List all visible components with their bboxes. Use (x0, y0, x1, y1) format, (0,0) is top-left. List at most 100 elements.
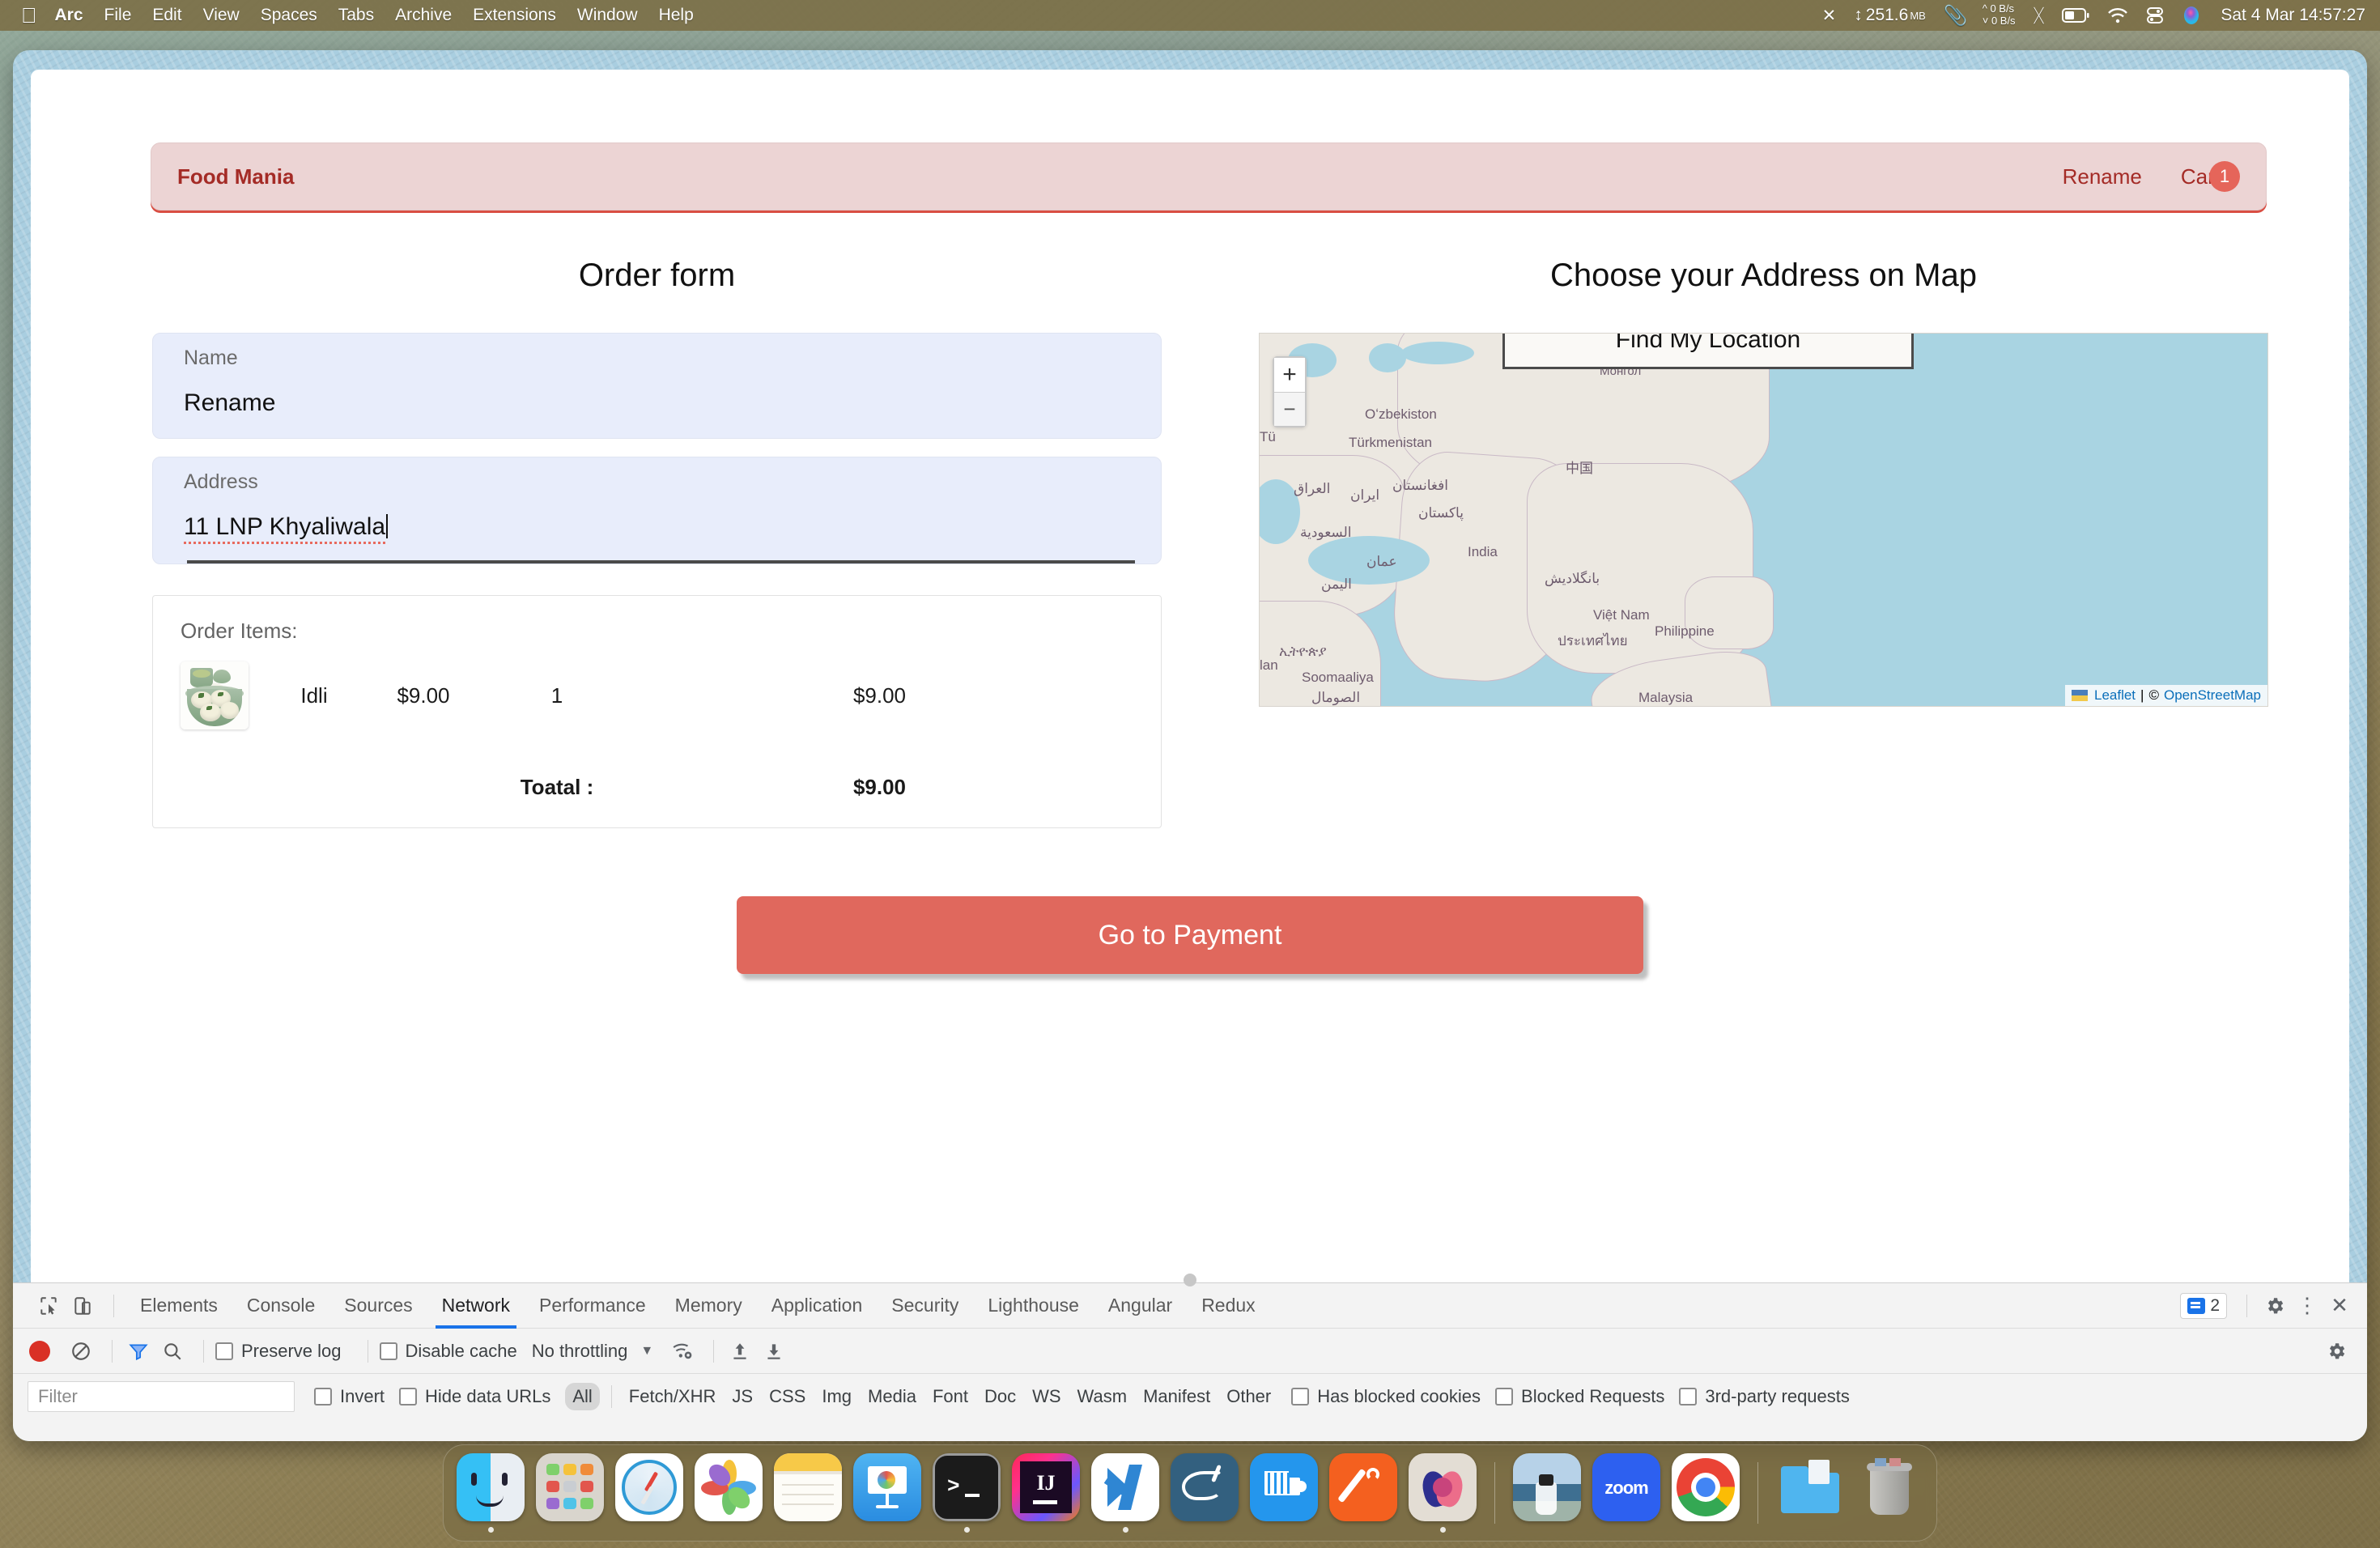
menu-item-view[interactable]: View (203, 6, 240, 25)
panel-gear-icon[interactable] (2320, 1335, 2352, 1367)
dock-item-zoom[interactable]: zoom (1592, 1453, 1660, 1533)
close-icon[interactable]: ✕ (2323, 1290, 2356, 1322)
record-icon[interactable] (29, 1340, 50, 1362)
hide-data-urls-checkbox[interactable]: Hide data URLs (399, 1386, 550, 1407)
wifi-icon[interactable] (2107, 7, 2128, 23)
tab-console[interactable]: Console (232, 1283, 329, 1329)
filter-icon[interactable] (124, 1337, 153, 1366)
dock-item-trash[interactable] (1855, 1453, 1923, 1533)
filter-type-media[interactable]: Media (861, 1383, 924, 1410)
map-zoom-control[interactable]: + − (1273, 356, 1307, 427)
kebab-menu-icon[interactable]: ⋮ (2291, 1290, 2323, 1322)
dock-item-chrome[interactable] (1672, 1453, 1740, 1533)
zoom-in-button[interactable]: + (1274, 358, 1305, 392)
tab-application[interactable]: Application (757, 1283, 878, 1329)
has-blocked-cookies-checkbox[interactable]: Has blocked cookies (1291, 1386, 1481, 1407)
preserve-log-checkbox[interactable]: Preserve log (215, 1341, 342, 1362)
dock-item-launchpad[interactable] (536, 1453, 604, 1533)
dock-item-photos[interactable] (695, 1453, 763, 1533)
dock-item-postman[interactable] (1329, 1453, 1397, 1533)
menu-item-archive[interactable]: Archive (395, 6, 452, 25)
export-har-icon[interactable] (759, 1337, 788, 1366)
zoom-icon[interactable]: zoom (1592, 1453, 1660, 1521)
dock-item-vs-code[interactable] (1091, 1453, 1159, 1533)
dock-item-downloads-folder[interactable] (1776, 1453, 1844, 1533)
trash-icon[interactable] (1855, 1453, 1923, 1521)
battery-icon[interactable] (2062, 8, 2089, 23)
filter-type-ws[interactable]: WS (1025, 1383, 1068, 1410)
postman-icon[interactable] (1329, 1453, 1397, 1521)
menu-item-extensions[interactable]: Extensions (473, 6, 556, 25)
address-field[interactable]: Address 11 LNP Khyaliwala (152, 457, 1162, 564)
downloads-folder-icon[interactable] (1776, 1453, 1844, 1521)
tab-sources[interactable]: Sources (329, 1283, 427, 1329)
filter-type-js[interactable]: JS (725, 1383, 760, 1410)
address-input[interactable]: 11 LNP Khyaliwala (184, 513, 1130, 544)
go-to-payment-button[interactable]: Go to Payment (737, 896, 1643, 974)
menu-item-spaces[interactable]: Spaces (261, 6, 317, 25)
photos-icon[interactable] (695, 1453, 763, 1521)
finder-icon[interactable] (457, 1453, 525, 1521)
throttling-select[interactable]: No throttling ▼ (532, 1341, 653, 1362)
third-party-requests-checkbox[interactable]: 3rd-party requests (1679, 1386, 1850, 1407)
filter-type-doc[interactable]: Doc (977, 1383, 1023, 1410)
menu-item-tabs[interactable]: Tabs (338, 6, 374, 25)
menu-item-window[interactable]: Window (577, 6, 638, 25)
find-my-location-button[interactable]: Find My Location (1502, 334, 1914, 369)
dock-item-arc[interactable] (1409, 1453, 1477, 1533)
menu-item-arc[interactable]: Arc (55, 6, 83, 25)
siri-icon[interactable] (2182, 6, 2201, 25)
filter-type-css[interactable]: CSS (762, 1383, 813, 1410)
tab-lighthouse[interactable]: Lighthouse (973, 1283, 1094, 1329)
memory-status[interactable]: ↕ 251.6 MB (1854, 6, 1926, 25)
paperclip-icon[interactable]: 📎 (1944, 4, 1968, 28)
message-count-badge[interactable]: 2 (2180, 1292, 2227, 1319)
leaflet-map[interactable]: + − Find My Location Leaflet | © OpenStr… (1259, 333, 2268, 707)
inspect-element-icon[interactable] (34, 1291, 63, 1320)
tab-network[interactable]: Network (427, 1283, 525, 1329)
name-input[interactable]: Rename (184, 389, 1130, 417)
filter-type-fetch-xhr[interactable]: Fetch/XHR (622, 1383, 724, 1410)
tab-elements[interactable]: Elements (125, 1283, 232, 1329)
tab-performance[interactable]: Performance (525, 1283, 661, 1329)
bluetooth-icon[interactable]: ᚷ (2034, 5, 2045, 27)
dock-item-mysql-workbench[interactable] (1171, 1453, 1239, 1533)
dock-item-safari[interactable] (615, 1453, 683, 1533)
dock-item-terminal[interactable]: > (933, 1453, 1001, 1533)
docker-icon[interactable] (1250, 1453, 1318, 1521)
tab-security[interactable]: Security (877, 1283, 973, 1329)
rename-link[interactable]: Rename (2063, 164, 2142, 189)
blocked-requests-checkbox[interactable]: Blocked Requests (1495, 1386, 1664, 1407)
filter-type-img[interactable]: Img (814, 1383, 859, 1410)
dock-item-finder[interactable] (457, 1453, 525, 1533)
terminal-icon[interactable]: > (933, 1453, 1001, 1521)
menubar-clock[interactable]: Sat 4 Mar 14:57:27 (2221, 6, 2365, 25)
dock-item-keynote[interactable] (853, 1453, 921, 1533)
cart-link[interactable]: Cart 1 (2181, 161, 2240, 192)
launchpad-icon[interactable] (536, 1453, 604, 1521)
menu-item-edit[interactable]: Edit (152, 6, 181, 25)
filter-type-other[interactable]: Other (1219, 1383, 1278, 1410)
gear-icon[interactable] (2259, 1290, 2291, 1322)
tab-redux[interactable]: Redux (1187, 1283, 1269, 1329)
menu-item-help[interactable]: Help (659, 6, 694, 25)
leaflet-link[interactable]: Leaflet (2094, 687, 2136, 704)
name-field[interactable]: Name Rename (152, 333, 1162, 439)
apple-icon[interactable]:  (21, 5, 37, 26)
clear-icon[interactable] (66, 1337, 96, 1366)
zoom-out-button[interactable]: − (1274, 392, 1305, 426)
network-speed-status[interactable]: ^ 0 B/s ˅ 0 B/s (1983, 3, 2016, 27)
chrome-icon[interactable] (1672, 1453, 1740, 1521)
dock-item-wallpaper-app[interactable] (1513, 1453, 1581, 1533)
mysql-workbench-icon[interactable] (1171, 1453, 1239, 1521)
menu-item-file[interactable]: File (104, 6, 132, 25)
network-conditions-icon[interactable] (668, 1337, 697, 1366)
dock-item-notes[interactable] (774, 1453, 842, 1533)
openstreetmap-link[interactable]: OpenStreetMap (2164, 687, 2261, 704)
brand-title[interactable]: Food Mania (177, 164, 294, 189)
wallpaper-app-icon[interactable] (1513, 1453, 1581, 1521)
dock-item-docker[interactable] (1250, 1453, 1318, 1533)
device-toolbar-icon[interactable] (68, 1291, 97, 1320)
x-icon[interactable]: ✕ (1822, 6, 1837, 26)
safari-icon[interactable] (615, 1453, 683, 1521)
